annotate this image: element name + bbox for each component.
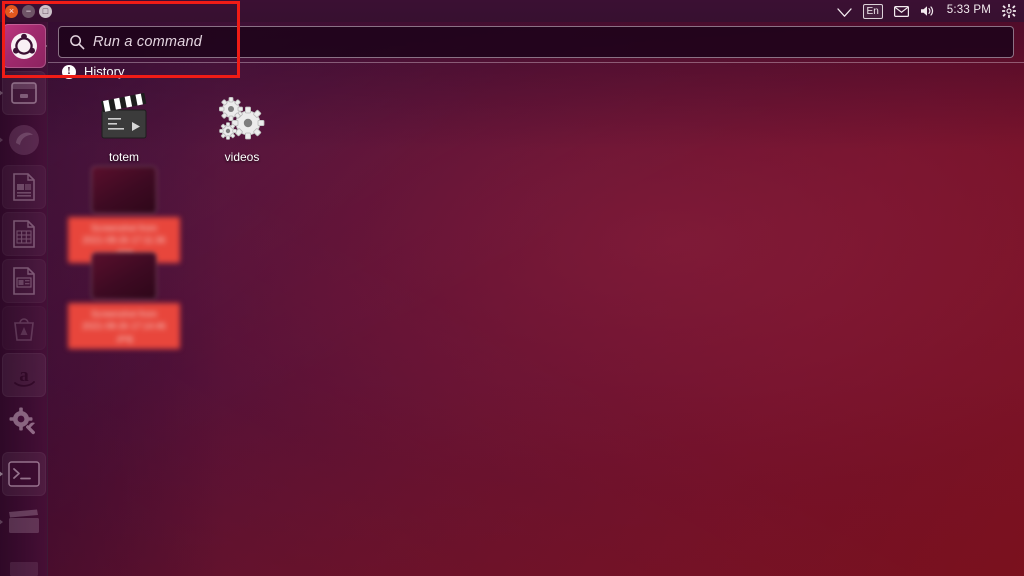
launcher-item-amazon[interactable]: a xyxy=(1,353,46,397)
history-label: History xyxy=(84,64,125,79)
dash-history-section[interactable]: ! History xyxy=(62,64,124,79)
wifi-icon[interactable] xyxy=(836,6,852,17)
desktop-icon-label: videos xyxy=(224,150,260,164)
running-indicator-icon xyxy=(0,470,3,478)
amazon-icon: a xyxy=(13,365,35,387)
envelope-icon[interactable] xyxy=(893,5,909,17)
launcher-item-files[interactable] xyxy=(0,71,46,115)
firefox-icon xyxy=(8,125,39,155)
launcher-item-totem[interactable] xyxy=(0,500,46,544)
launcher-item-libreoffice-impress[interactable] xyxy=(2,259,46,303)
filename-line: Screenshot from xyxy=(90,223,158,233)
gear-power-icon[interactable] xyxy=(1002,4,1016,18)
minimize-icon[interactable]: − xyxy=(22,4,35,18)
filename-line: .png xyxy=(115,333,133,343)
dash-overlay: Run a command ! History xyxy=(48,22,1024,79)
filename-line: 2021-08-26 17:14:46 xyxy=(82,321,166,331)
top-panel: × − □ En 5:33 PM xyxy=(0,0,1024,22)
unity-launcher: a xyxy=(0,22,48,576)
file-thumbnail xyxy=(91,166,157,214)
desktop-icon-videos[interactable]: videos xyxy=(196,88,288,164)
launcher-item-totem-stack-2[interactable] xyxy=(2,547,46,576)
running-indicator-icon xyxy=(0,136,3,144)
launcher-item-software-center[interactable] xyxy=(2,306,46,350)
files-icon xyxy=(10,82,37,104)
desktop-icon-label: totem xyxy=(108,150,139,164)
terminal-icon xyxy=(7,461,40,487)
redacted-filename-label: Screenshot from 2021-08-26 17:14:46 .png xyxy=(68,303,180,349)
svg-text:a: a xyxy=(19,365,29,386)
history-badge-icon: ! xyxy=(62,64,76,79)
keyboard-layout-indicator[interactable]: En xyxy=(862,3,883,19)
filename-line: Screenshot from xyxy=(90,309,158,319)
system-tray: En 5:33 PM xyxy=(836,3,1024,19)
ubuntu-logo-icon xyxy=(10,33,37,59)
launcher-item-firefox[interactable] xyxy=(0,118,46,162)
clapperboard-icon xyxy=(8,509,39,533)
filename-line: 2021-08-26 17:11:36 xyxy=(82,235,166,245)
file-thumbnail xyxy=(91,252,157,300)
clapperboard-icon xyxy=(78,88,170,144)
launcher-item-system-settings[interactable] xyxy=(2,400,46,444)
software-bag-icon xyxy=(13,318,34,341)
running-indicator-icon xyxy=(0,89,3,97)
window-controls: × − □ xyxy=(0,4,52,18)
maximize-icon[interactable]: □ xyxy=(39,4,52,18)
gears-icon xyxy=(196,88,288,144)
volume-icon[interactable] xyxy=(920,5,936,17)
gear-wrench-icon xyxy=(9,407,35,435)
presentation-icon xyxy=(12,267,35,295)
search-icon xyxy=(70,35,85,50)
launcher-item-libreoffice-calc[interactable] xyxy=(2,212,46,256)
launcher-item-libreoffice-writer[interactable] xyxy=(2,165,46,209)
dash-search-bar[interactable]: Run a command xyxy=(58,26,1014,58)
running-indicator-icon xyxy=(0,518,3,526)
desktop-icon-totem[interactable]: totem xyxy=(78,88,170,164)
launcher-item-terminal[interactable] xyxy=(0,452,46,496)
desktop-icon-screenshot-2[interactable]: Screenshot from 2021-08-26 17:14:46 .png xyxy=(68,252,180,349)
desktop-icon-screenshot-1[interactable]: Screenshot from 2021-08-26 17:11:36 .png xyxy=(68,166,180,263)
dash-divider xyxy=(48,62,1024,63)
document-icon xyxy=(12,173,35,201)
clock[interactable]: 5:33 PM xyxy=(947,5,991,17)
close-icon[interactable]: × xyxy=(5,4,18,18)
search-input-placeholder: Run a command xyxy=(93,34,202,50)
spreadsheet-icon xyxy=(12,220,35,248)
launcher-item-dash-home[interactable] xyxy=(1,24,47,68)
